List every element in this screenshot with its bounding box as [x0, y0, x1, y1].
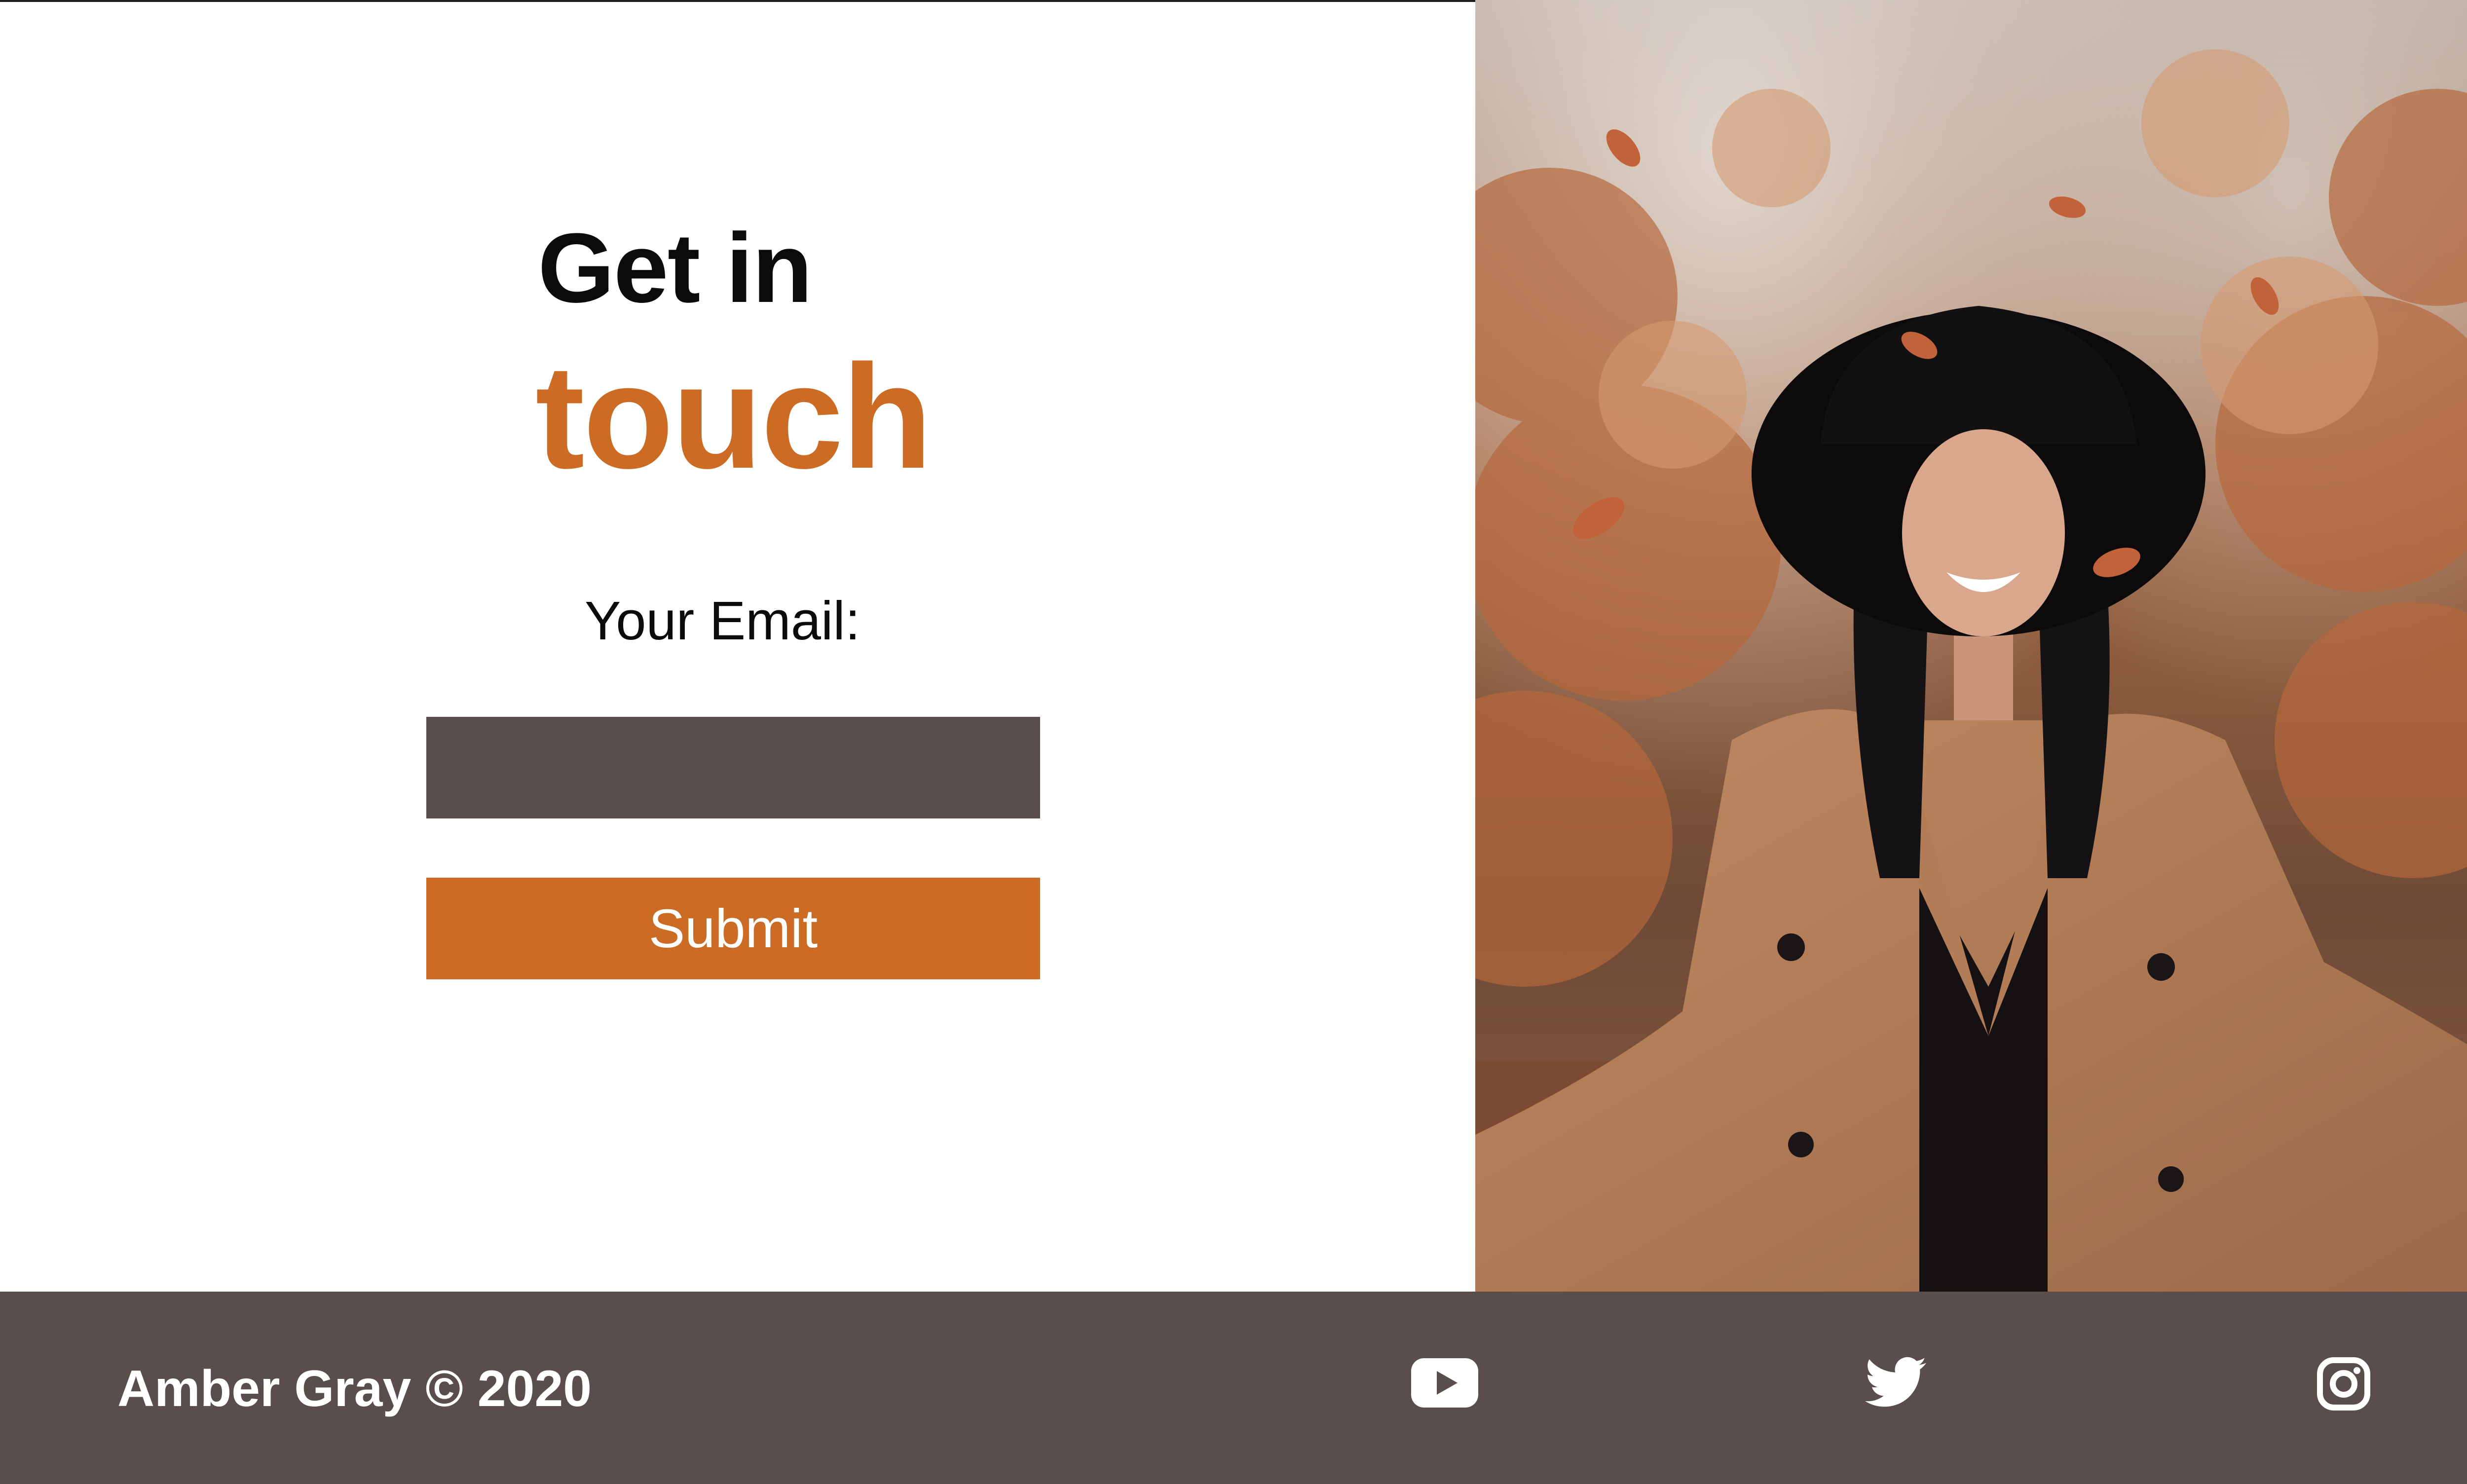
- heading-get-in: Get in: [538, 213, 813, 323]
- email-label: Your Email:: [585, 591, 860, 651]
- email-input[interactable]: [426, 717, 1040, 818]
- page: Get in touch Your Email: Submit Amber Gr…: [0, 0, 2467, 1484]
- copyright-text: Amber Gray © 2020: [117, 1360, 592, 1417]
- footer: Amber Gray © 2020: [0, 1292, 2467, 1484]
- youtube-icon[interactable]: [1411, 1358, 1478, 1408]
- twitter-icon[interactable]: [1865, 1357, 1926, 1408]
- contact-section: Get in touch Your Email: Submit: [0, 2, 1475, 1292]
- submit-button[interactable]: Submit: [426, 878, 1040, 979]
- heading-touch: touch: [535, 334, 933, 499]
- instagram-icon[interactable]: [2317, 1357, 2371, 1411]
- hero-photo: [1475, 0, 2467, 1292]
